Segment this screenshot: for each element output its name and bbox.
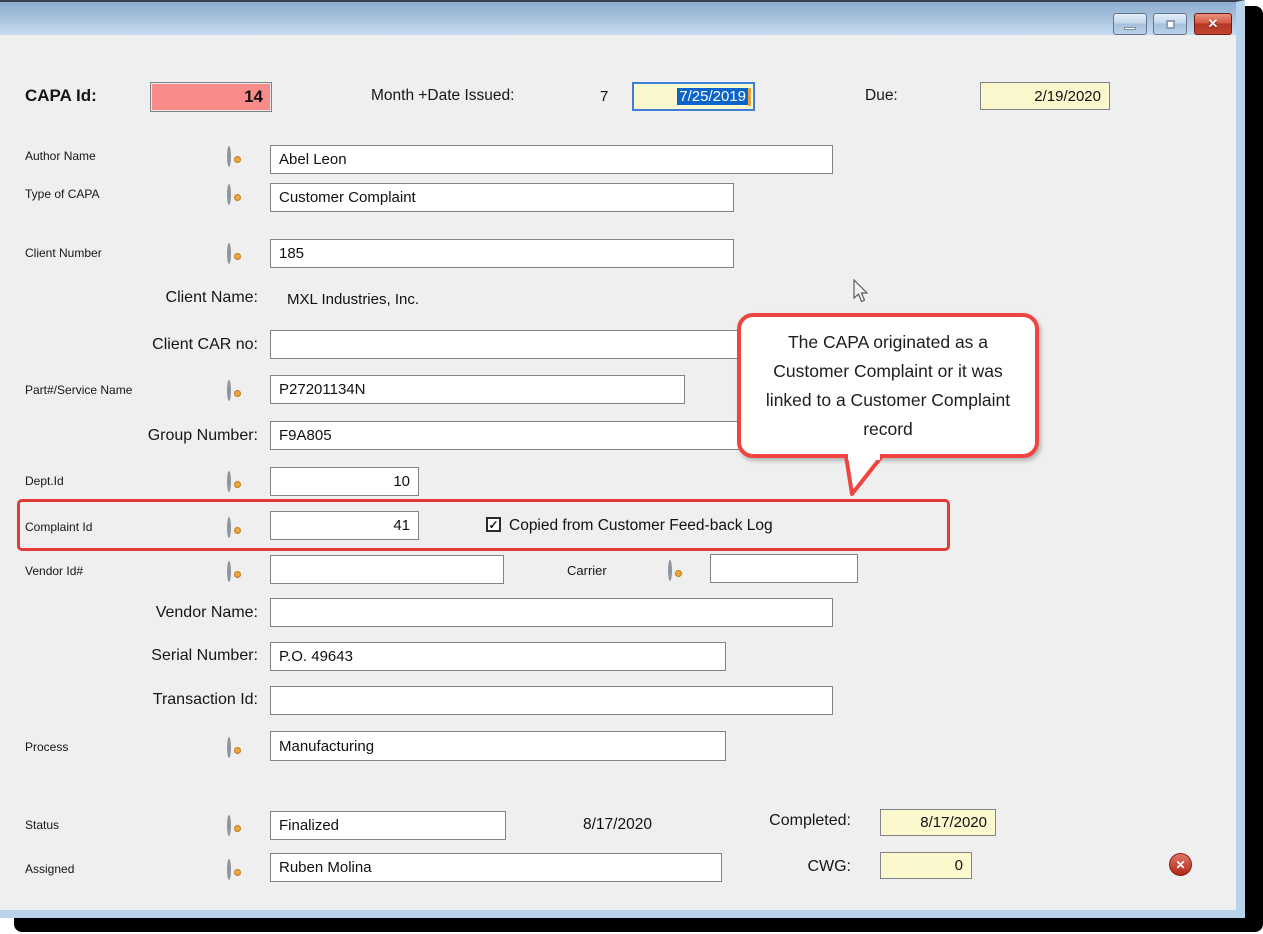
month-date-issued-label: Month +Date Issued: [371, 87, 514, 105]
completed-label: Completed: [700, 812, 851, 830]
type-of-capa-label: Type of CAPA [25, 187, 99, 201]
process-label: Process [25, 740, 68, 754]
search-icon[interactable] [227, 382, 242, 397]
author-name-field[interactable]: Abel Leon [270, 145, 833, 174]
assigned-field[interactable]: Ruben Molina [270, 853, 722, 882]
search-icon[interactable] [227, 817, 242, 832]
callout-tail [838, 454, 886, 496]
part-service-name-label: Part#/Service Name [25, 383, 132, 397]
status-field[interactable]: Finalized [270, 811, 506, 840]
client-number-field[interactable]: 185 [270, 239, 734, 268]
completed-date-field[interactable]: 8/17/2020 [880, 809, 996, 836]
date-issued-selected-text: 7/25/2019 [677, 88, 748, 105]
date-issued-field[interactable]: 7/25/2019 [632, 82, 755, 111]
capa-id-field[interactable]: 14 [150, 82, 272, 112]
capa-form-window: ✕ CAPA Id: 14 Month +Date Issued: 7 7/25… [0, 0, 1245, 918]
author-name-label: Author Name [25, 149, 96, 163]
search-icon[interactable] [227, 245, 242, 260]
search-icon[interactable] [227, 473, 242, 488]
close-button[interactable]: ✕ [1194, 13, 1232, 35]
search-icon[interactable] [668, 562, 683, 577]
complaint-id-label: Complaint Id [25, 520, 92, 534]
vendor-name-label: Vendor Name: [25, 604, 258, 622]
status-label: Status [25, 818, 59, 832]
type-of-capa-field[interactable]: Customer Complaint [270, 183, 734, 212]
complaint-id-field[interactable]: 41 [270, 511, 419, 540]
callout-tooltip: The CAPA originated as a Customer Compla… [737, 313, 1039, 458]
carrier-label: Carrier [567, 563, 607, 578]
transaction-id-label: Transaction Id: [25, 691, 258, 709]
close-circle-icon: ✕ [1175, 858, 1185, 872]
mouse-cursor [852, 279, 870, 305]
search-icon[interactable] [227, 563, 242, 578]
group-number-label: Group Number: [25, 427, 258, 445]
maximize-icon [1166, 20, 1175, 29]
carrier-field[interactable] [710, 554, 858, 583]
part-service-name-field[interactable]: P27201134N [270, 375, 685, 404]
search-icon[interactable] [227, 148, 242, 163]
status-date: 8/17/2020 [583, 816, 652, 834]
client-number-label: Client Number [25, 246, 102, 260]
maximize-button[interactable] [1153, 13, 1187, 35]
month-value: 7 [600, 88, 608, 105]
assigned-label: Assigned [25, 862, 74, 876]
minimize-button[interactable] [1113, 13, 1147, 35]
copied-from-feedback-label: Copied from Customer Feed-back Log [509, 517, 773, 535]
search-icon[interactable] [227, 861, 242, 876]
process-field[interactable]: Manufacturing [270, 731, 726, 761]
client-name-label: Client Name: [25, 289, 258, 307]
transaction-id-field[interactable] [270, 686, 833, 715]
vendor-id-label: Vendor Id# [25, 564, 83, 578]
delete-record-button[interactable]: ✕ [1169, 853, 1192, 876]
minimize-icon [1124, 27, 1136, 30]
text-caret [748, 88, 751, 106]
client-name-value: MXL Industries, Inc. [287, 291, 419, 308]
client-car-no-label: Client CAR no: [25, 336, 258, 354]
search-icon[interactable] [227, 739, 242, 754]
copied-from-feedback-checkbox[interactable]: ✓ [486, 517, 501, 532]
due-date-field[interactable]: 2/19/2020 [980, 82, 1110, 110]
title-bar[interactable]: ✕ [0, 2, 1236, 35]
capa-id-label: CAPA Id: [25, 86, 97, 106]
serial-number-field[interactable]: P.O. 49643 [270, 642, 726, 671]
complaint-row-highlight [17, 499, 950, 551]
check-icon: ✓ [488, 519, 498, 531]
screenshot: ✕ CAPA Id: 14 Month +Date Issued: 7 7/25… [0, 0, 1263, 934]
vendor-id-field[interactable] [270, 555, 504, 584]
close-icon: ✕ [1208, 16, 1219, 32]
search-icon[interactable] [227, 519, 242, 534]
dept-id-label: Dept.Id [25, 474, 64, 488]
search-icon[interactable] [227, 186, 242, 201]
serial-number-label: Serial Number: [25, 647, 258, 665]
cwg-label: CWG: [700, 858, 851, 876]
due-label: Due: [865, 87, 898, 105]
dept-id-field[interactable]: 10 [270, 467, 419, 496]
cwg-field[interactable]: 0 [880, 852, 972, 879]
vendor-name-field[interactable] [270, 598, 833, 627]
